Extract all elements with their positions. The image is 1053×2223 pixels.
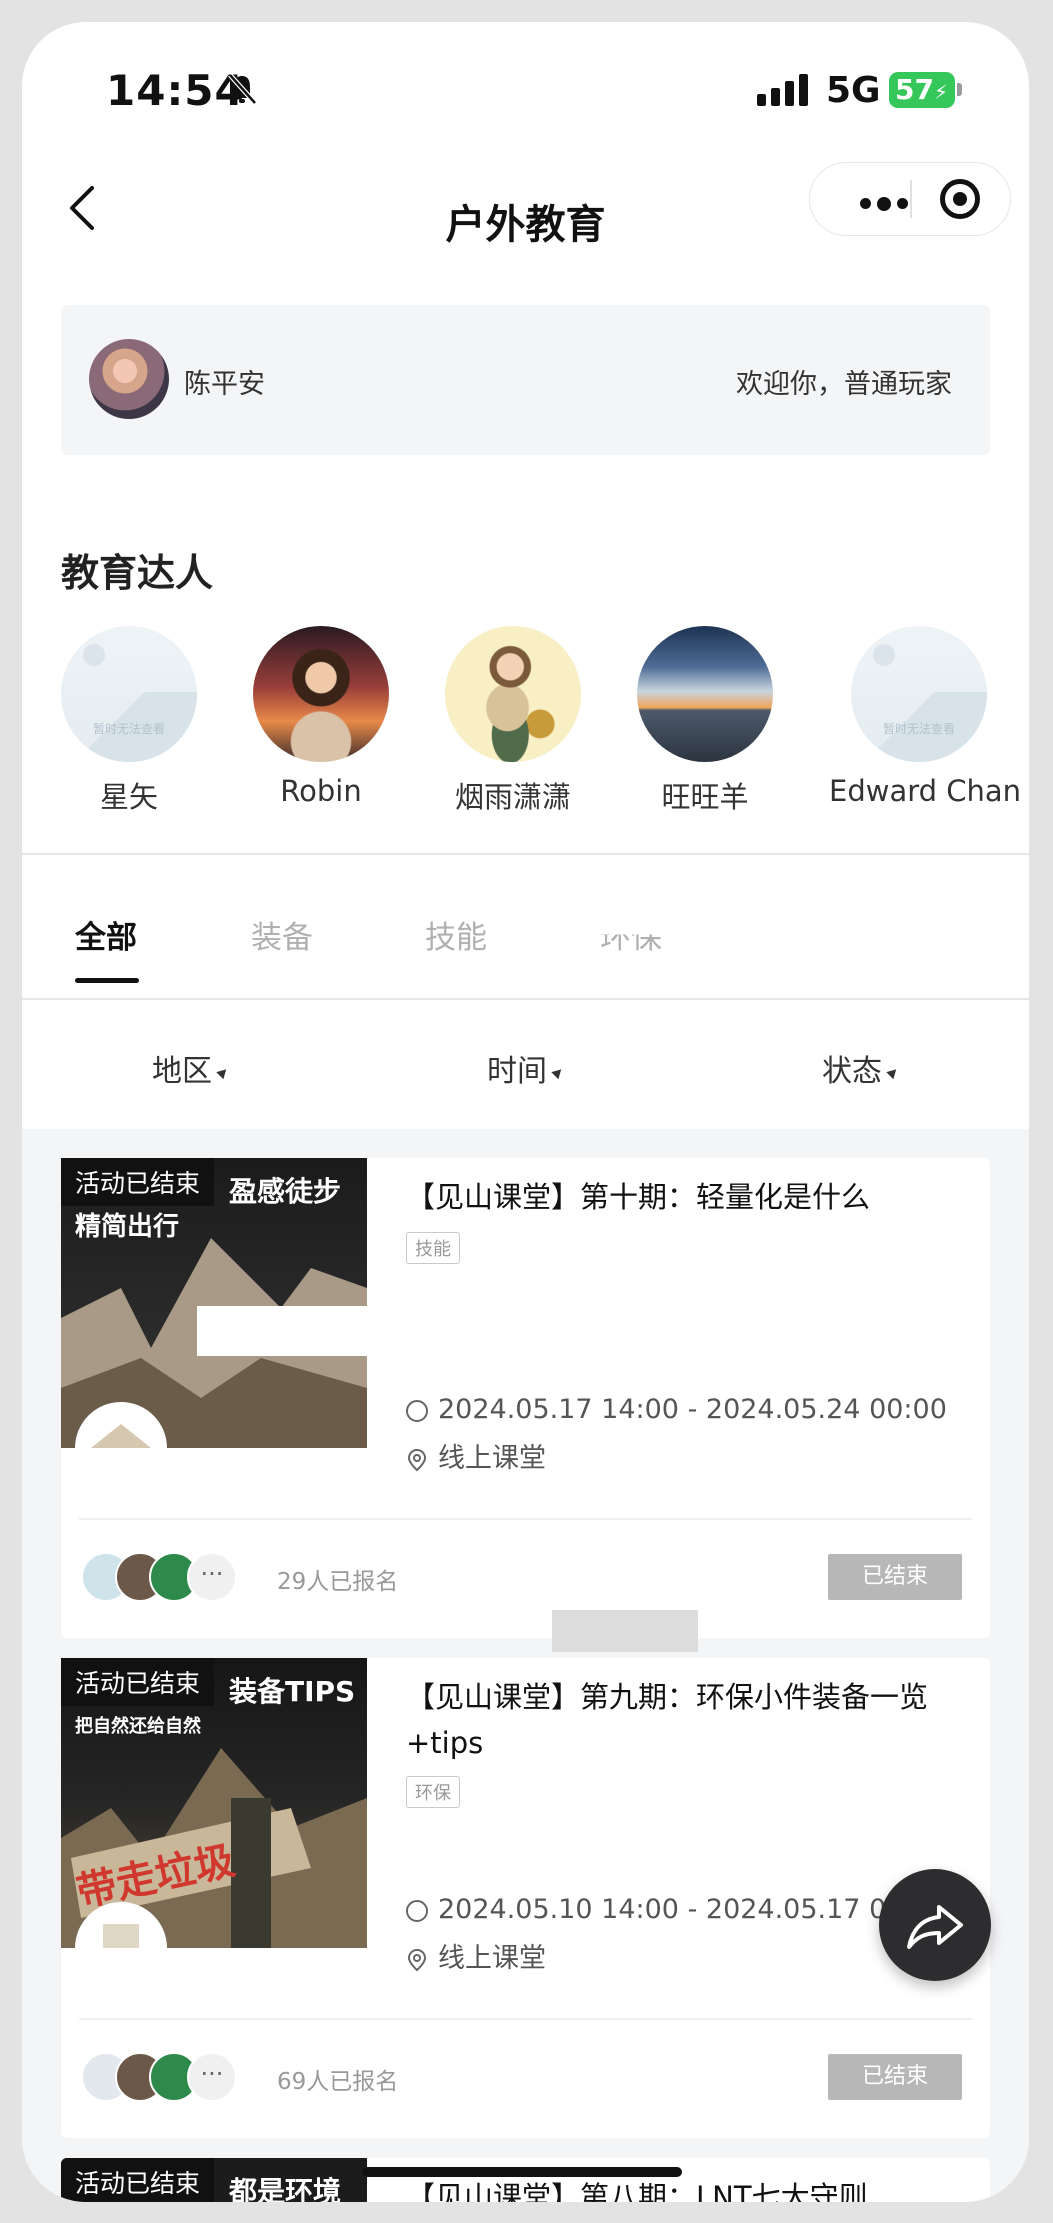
battery-icon: 57⚡ [889,72,955,108]
expert-name: Edward Chan [829,774,1022,808]
card-separator [79,2018,972,2020]
experts-section-title: 教育达人 [61,551,214,595]
event-card[interactable]: 活动已结束 装备TIPS 把自然还给自然 带走垃圾 【见山课堂】第九期：环保小件… [61,1658,990,2138]
expert-item[interactable]: 暂时无法查看 星矢 [61,626,197,816]
signup-count: 69人已报名 [277,2069,399,2095]
expert-name: 烟雨潇潇 [454,780,571,814]
location-icon [407,1948,427,1972]
expert-avatar [637,626,773,762]
expert-avatar [445,626,581,762]
tab-equipment[interactable]: 装备 [251,912,313,957]
expert-name: 旺旺羊 [661,780,749,814]
expert-item[interactable]: 旺旺羊 [637,626,773,816]
tab-environment[interactable]: 环保 [600,935,662,958]
filter-label: 时间 [487,1054,547,1089]
event-time: 2024.05.10 14:00 - 2024.05.17 00:00 [406,1894,947,1925]
signal-icon [757,74,808,106]
poster-text: 盈感徒步 [229,1175,342,1208]
event-poster: 活动已结束 盈感徒步 精简出行 [61,1158,367,1448]
event-location: 线上课堂 [406,1436,546,1475]
filter-status[interactable]: 状态 [822,1046,900,1090]
more-icon[interactable] [860,196,908,211]
event-card[interactable]: 活动已结束 盈感徒步 精简出行 【见山课堂】第十期：轻量化是什么 技能 2024… [61,1158,990,1638]
event-title: 【见山课堂】第八期：LNT七大守则 [406,2180,868,2202]
ended-button[interactable]: 已结束 [828,2054,962,2100]
event-title: 【见山课堂】第十期：轻量化是什么 [406,1180,871,1214]
user-name: 陈平安 [184,369,265,400]
clock-icon [406,1900,428,1922]
poster-text: 把自然还给自然 [75,1716,201,1737]
home-indicator [362,2167,682,2177]
expert-item[interactable]: 暂时无法查看 Edward Chan [829,626,1022,808]
event-poster: 活动已结束 装备TIPS 把自然还给自然 带走垃圾 [61,1658,367,1948]
caret-icon [216,1065,230,1080]
filter-region[interactable]: 地区 [152,1046,230,1090]
event-title: 【见山课堂】第九期：环保小件装备一览+tips [406,1680,929,1760]
share-icon [907,1905,963,1949]
event-location: 线上课堂 [406,1936,546,1975]
scroll-indicator [552,1610,698,1652]
event-tag: 技能 [406,1232,460,1264]
avatar [89,339,169,419]
expert-item[interactable]: Robin [253,626,389,808]
filter-label: 地区 [152,1054,212,1089]
event-time-text: 2024.05.17 14:00 - 2024.05.24 00:00 [438,1394,947,1425]
network-label: 5G [826,70,881,111]
poster-text: 都是环境 [229,2175,342,2202]
battery-level: 57 [895,73,934,106]
welcome-text: 欢迎你，普通玩家 [736,369,952,400]
status-time: 14:54 [106,66,245,115]
card-separator [79,1518,972,1520]
poster-text: 装备TIPS [229,1675,356,1708]
event-location-text: 线上课堂 [438,1443,546,1474]
bell-muted-icon [228,73,257,105]
signup-count: 29人已报名 [277,1569,399,1595]
ended-badge: 活动已结束 [61,2158,215,2202]
section-divider [22,853,1029,855]
tab-all[interactable]: 全部 [75,912,137,957]
location-icon [407,1448,427,1472]
ended-button[interactable]: 已结束 [828,1554,962,1600]
expert-item[interactable]: 烟雨潇潇 [445,626,581,816]
ended-badge: 活动已结束 [61,1658,215,1706]
share-button[interactable] [879,1869,991,1981]
tab-indicator [75,978,139,983]
expert-name: Robin [280,774,362,808]
clock-icon [406,1400,428,1422]
expert-avatar [253,626,389,762]
expert-name: 星矢 [99,780,158,814]
event-location-text: 线上课堂 [438,1943,546,1974]
more-participants-icon: ··· [187,1552,237,1602]
event-poster: 活动已结束 都是环境 [61,2158,367,2202]
tabs-divider [22,998,1029,1000]
placeholder-text: 暂时无法查看 [92,722,165,736]
event-card[interactable]: 活动已结束 都是环境 【见山课堂】第八期：LNT七大守则 [61,2158,990,2202]
poster-text: 精简出行 [75,1212,180,1242]
tab-skills[interactable]: 技能 [425,912,487,957]
filter-time[interactable]: 时间 [487,1046,565,1090]
placeholder-text: 暂时无法查看 [882,722,955,736]
event-tag: 环保 [406,1776,460,1808]
caret-icon [886,1065,900,1080]
phone-screen: 14:54 5G 57⚡ 户外教育 陈平安 欢迎你，普通玩家 教育达人 暂时无法… [22,22,1029,2202]
close-miniprogram-icon[interactable] [940,179,980,219]
more-participants-icon: ··· [187,2052,237,2102]
expert-avatar-placeholder: 暂时无法查看 [61,626,197,762]
filter-label: 状态 [822,1054,882,1089]
caret-icon [551,1065,565,1080]
expert-avatar-placeholder: 暂时无法查看 [851,626,987,762]
ended-badge: 活动已结束 [61,1158,215,1206]
capsule-divider [910,180,912,218]
event-time: 2024.05.17 14:00 - 2024.05.24 00:00 [406,1394,947,1425]
battery-nub [957,83,962,96]
event-time-text: 2024.05.10 14:00 - 2024.05.17 00:00 [438,1894,947,1925]
